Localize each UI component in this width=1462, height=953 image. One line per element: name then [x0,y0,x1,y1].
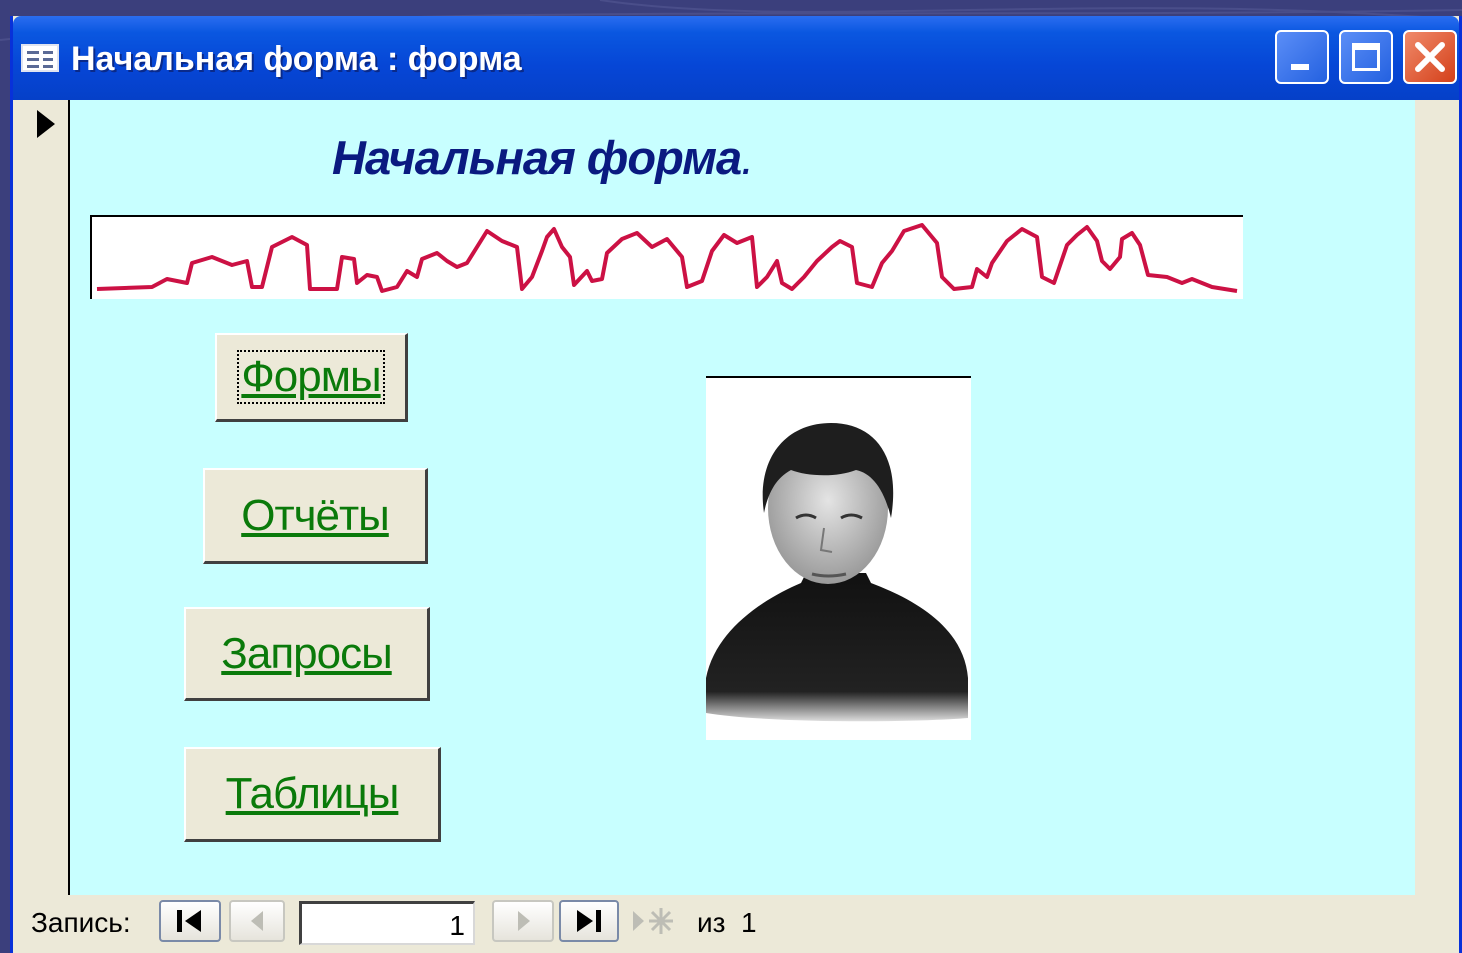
total-records: 1 [741,907,757,938]
reports-button-label: Отчёты [241,490,390,540]
form-heading: Начальная форма. [332,130,754,185]
record-selector[interactable] [13,100,70,895]
current-record-field[interactable]: 1 [299,901,475,945]
previous-record-button[interactable] [229,900,285,942]
form-icon [21,44,59,72]
tables-button-label: Таблицы [225,769,400,818]
next-record-button[interactable] [492,900,554,942]
queries-button[interactable]: Запросы [184,607,430,701]
form-detail: Начальная форма. Формы Отчёты Запросы Та… [70,100,1415,895]
form-heading-text: Начальная форма [332,131,742,184]
last-record-button[interactable] [559,900,619,942]
first-record-icon [177,910,201,932]
record-navigation-bar: Запись: 1 из 1 [13,895,1459,953]
access-form-window: Начальная форма : форма Начальная форма.… [10,16,1462,953]
close-button[interactable] [1403,30,1457,84]
tables-button[interactable]: Таблицы [184,747,441,842]
title-bar[interactable]: Начальная форма : форма [13,16,1459,100]
prev-record-icon [251,911,263,931]
last-record-icon [577,910,601,932]
queries-button-label: Запросы [221,628,392,678]
minimize-icon [1291,64,1309,70]
reports-button[interactable]: Отчёты [203,468,428,564]
maximize-button[interactable] [1339,30,1393,84]
form-heading-dot: . [741,131,754,184]
minimize-button[interactable] [1275,30,1329,84]
maximize-icon [1352,43,1380,71]
town-skyline-banner [90,215,1243,299]
portrait-image [706,378,971,740]
record-count: из 1 [697,907,757,939]
new-record-button[interactable] [625,900,681,942]
record-label: Запись: [31,907,131,938]
forms-button-label: Формы [237,350,385,404]
of-label: из [697,907,726,938]
portrait-photo [706,378,971,740]
window-title: Начальная форма : форма [71,40,522,78]
close-icon [1415,42,1445,72]
next-record-icon [518,911,530,931]
first-record-button[interactable] [159,900,221,942]
new-record-icon [633,908,673,934]
forms-button[interactable]: Формы [215,333,408,422]
skyline-drawing [96,223,1238,293]
current-record-arrow-icon [37,110,55,138]
